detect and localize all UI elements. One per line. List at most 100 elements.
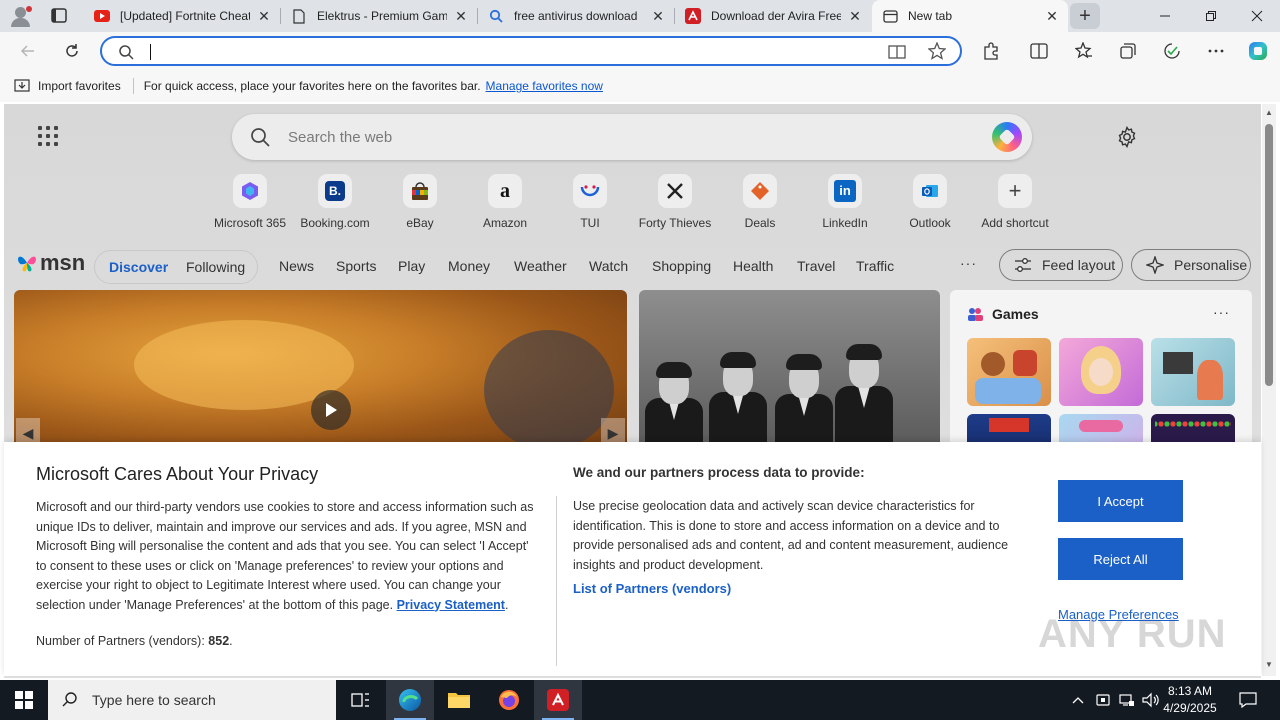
web-search-input[interactable] <box>288 126 928 148</box>
more-options-icon[interactable] <box>1202 37 1230 65</box>
favorite-star-icon[interactable] <box>927 41 947 63</box>
close-window-button[interactable] <box>1234 0 1280 32</box>
copilot-icon[interactable] <box>1244 37 1272 65</box>
privacy-consent-dialog: Microsoft Cares About Your Privacy Micro… <box>4 442 1261 676</box>
close-icon[interactable]: ✕ <box>453 8 469 24</box>
manage-preferences-link[interactable]: Manage Preferences <box>1058 607 1179 622</box>
notifications-icon[interactable] <box>1234 680 1262 720</box>
game-tile[interactable] <box>1151 338 1235 406</box>
start-button[interactable] <box>0 680 48 720</box>
games-more-button[interactable]: ··· <box>1213 304 1230 320</box>
extensions-icon[interactable] <box>977 37 1005 65</box>
back-button[interactable] <box>14 37 42 65</box>
close-icon[interactable]: ✕ <box>847 8 863 24</box>
avira-taskbar-icon[interactable] <box>534 680 582 720</box>
sliders-icon <box>1015 258 1031 272</box>
msn-logo[interactable]: msn <box>16 250 85 276</box>
shortcut-tui[interactable]: TUI <box>547 174 633 234</box>
tab-following[interactable]: Following <box>186 259 245 275</box>
tab-avira[interactable]: Download der Avira Free ✕ <box>675 0 871 32</box>
minimize-button[interactable] <box>1142 0 1188 32</box>
nav-travel[interactable]: Travel <box>797 258 835 274</box>
browser-essentials-icon[interactable] <box>1158 37 1186 65</box>
list-of-partners-link[interactable]: List of Partners (vendors) <box>573 581 731 596</box>
nav-weather[interactable]: Weather <box>514 258 567 274</box>
split-screen-icon[interactable] <box>1025 37 1053 65</box>
system-clock[interactable]: 8:13 AM 4/29/2025 <box>1160 683 1220 717</box>
taskbar-search-box[interactable]: Type here to search <box>48 680 336 720</box>
copilot-icon[interactable] <box>992 122 1022 152</box>
gear-icon[interactable] <box>1116 125 1138 149</box>
shortcut-forty-thieves[interactable]: Forty Thieves <box>632 174 718 234</box>
photo-card[interactable] <box>639 290 940 450</box>
nav-traffic[interactable]: Traffic <box>856 258 894 274</box>
web-search-box[interactable] <box>232 114 1032 160</box>
show-hidden-icons-icon[interactable] <box>1068 680 1088 720</box>
shortcut-amazon[interactable]: a Amazon <box>462 174 548 234</box>
shortcut-outlook[interactable]: Outlook <box>887 174 973 234</box>
shortcut-deals[interactable]: Deals <box>717 174 803 234</box>
file-explorer-icon[interactable] <box>435 680 483 720</box>
close-icon[interactable]: ✕ <box>256 8 272 24</box>
import-favorites-button[interactable]: Import favorites <box>14 78 121 95</box>
accept-button[interactable]: I Accept <box>1058 480 1183 522</box>
page-scrollbar[interactable]: ▲ ▼ <box>1262 104 1276 676</box>
network-icon[interactable] <box>1116 680 1138 720</box>
video-card[interactable]: ◀ ▶ <box>14 290 627 450</box>
shortcut-add[interactable]: + Add shortcut <box>972 174 1058 234</box>
privacy-statement-link[interactable]: Privacy Statement <box>397 598 505 612</box>
immersive-reader-icon[interactable] <box>888 43 906 64</box>
address-bar[interactable] <box>100 36 962 66</box>
tab-actions-icon[interactable] <box>48 6 70 26</box>
ebay-icon <box>403 174 437 208</box>
nav-sports[interactable]: Sports <box>336 258 376 274</box>
favorites-icon[interactable] <box>1070 37 1098 65</box>
nav-news[interactable]: News <box>279 258 314 274</box>
games-title: Games <box>966 306 1039 322</box>
shortcut-microsoft365[interactable]: Microsoft 365 <box>207 174 293 234</box>
new-tab-button[interactable]: + <box>1070 3 1100 29</box>
task-view-icon[interactable] <box>336 680 384 720</box>
security-tray-icon[interactable] <box>1092 680 1114 720</box>
close-icon[interactable]: ✕ <box>1044 8 1060 24</box>
nav-more-button[interactable]: ··· <box>960 255 977 271</box>
collections-icon[interactable] <box>1114 37 1142 65</box>
reject-all-button[interactable]: Reject All <box>1058 538 1183 580</box>
shortcut-booking[interactable]: B. Booking.com <box>292 174 378 234</box>
firefox-icon[interactable] <box>485 680 533 720</box>
manage-favorites-link[interactable]: Manage favorites now <box>486 79 603 93</box>
personalise-button[interactable]: Personalise <box>1131 249 1251 281</box>
shortcut-linkedin[interactable]: in LinkedIn <box>802 174 888 234</box>
tab-elektrus[interactable]: Elektrus - Premium Gam ✕ <box>281 0 477 32</box>
amazon-icon: a <box>488 174 522 208</box>
volume-icon[interactable] <box>1140 680 1162 720</box>
apps-launcher-icon[interactable] <box>38 126 58 146</box>
tab-title: [Updated] Fortnite Cheat <box>120 9 250 23</box>
newtab-icon <box>882 8 898 24</box>
edge-taskbar-icon[interactable] <box>386 680 434 720</box>
shortcut-ebay[interactable]: eBay <box>377 174 463 234</box>
tab-new-tab[interactable]: New tab ✕ <box>872 0 1068 32</box>
refresh-button[interactable] <box>58 37 86 65</box>
nav-money[interactable]: Money <box>448 258 490 274</box>
import-icon <box>14 78 30 95</box>
address-input[interactable] <box>152 41 872 63</box>
restore-button[interactable] <box>1188 0 1234 32</box>
tab-antivirus-search[interactable]: free antivirus download ✕ <box>478 0 674 32</box>
nav-health[interactable]: Health <box>733 258 773 274</box>
game-tile[interactable] <box>1059 338 1143 406</box>
privacy-title: Microsoft Cares About Your Privacy <box>36 464 319 484</box>
game-tile[interactable] <box>967 338 1051 406</box>
plus-icon: + <box>998 174 1032 208</box>
tui-icon <box>573 174 607 208</box>
nav-watch[interactable]: Watch <box>589 258 628 274</box>
profile-avatar-icon[interactable] <box>8 4 34 28</box>
feed-layout-button[interactable]: Feed layout <box>999 249 1123 281</box>
nav-play[interactable]: Play <box>398 258 425 274</box>
nav-shopping[interactable]: Shopping <box>652 258 711 274</box>
tab-fortnite[interactable]: [Updated] Fortnite Cheat ✕ <box>84 0 280 32</box>
tab-discover[interactable]: Discover <box>109 259 168 275</box>
close-icon[interactable]: ✕ <box>650 8 666 24</box>
play-icon[interactable] <box>311 390 351 430</box>
tab-title: Elektrus - Premium Gam <box>317 9 447 23</box>
